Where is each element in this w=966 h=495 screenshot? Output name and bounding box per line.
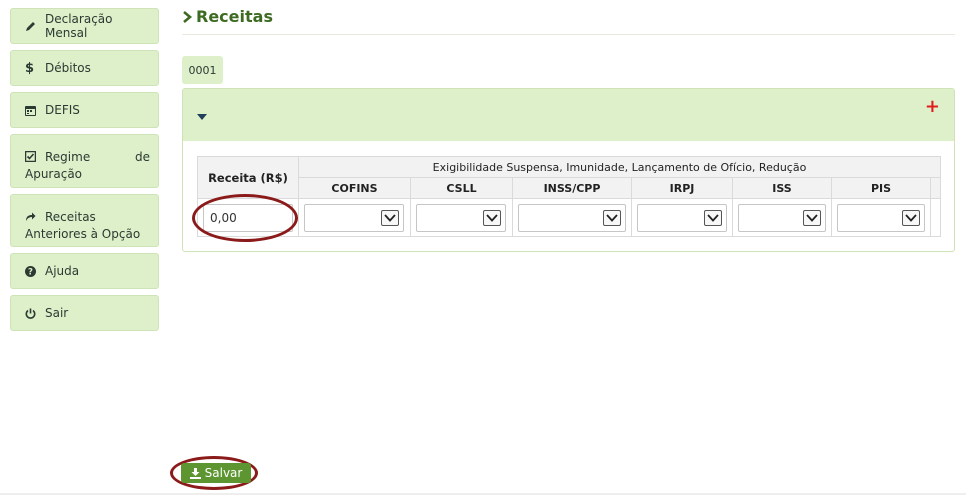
sidebar-item-label: DEFIS (45, 103, 80, 117)
svg-text:?: ? (28, 267, 33, 276)
csll-cell (410, 198, 513, 237)
irpj-select[interactable] (637, 203, 727, 232)
dollar-icon: $ (25, 60, 35, 76)
chevron-down-icon (704, 209, 722, 226)
check-square-icon (25, 151, 45, 162)
sidebar-item-debitos[interactable]: $ Débitos (10, 50, 159, 86)
column-header-spacer (930, 177, 941, 199)
iss-cell (732, 198, 832, 237)
chevron-down-icon (803, 209, 821, 226)
column-header-pis: PIS (831, 177, 931, 199)
inss-cpp-cell (512, 198, 632, 237)
column-header-csll: CSLL (410, 177, 513, 199)
power-icon (25, 308, 45, 319)
panel-header: + (183, 89, 954, 141)
chevron-down-icon (902, 209, 920, 226)
title-divider (182, 34, 955, 35)
cofins-select[interactable] (304, 203, 404, 232)
sidebar-item-label: Sair (45, 306, 69, 320)
column-header-iss: ISS (732, 177, 832, 199)
inss-cpp-select[interactable] (518, 203, 626, 232)
table-row: 0,00 (197, 198, 941, 237)
calendar-icon (25, 105, 45, 116)
sidebar-item-regime-de-apuracao[interactable]: Regime de Apuração (10, 134, 159, 188)
sidebar-item-declaracao-mensal[interactable]: Declaração Mensal (10, 8, 159, 44)
column-header-inss-cpp: INSS/CPP (512, 177, 632, 199)
receita-input[interactable]: 0,00 (203, 203, 293, 232)
share-arrow-icon (25, 211, 45, 222)
sidebar-item-defis[interactable]: DEFIS (10, 92, 159, 128)
chevron-down-icon (603, 209, 621, 226)
chevron-down-icon (483, 209, 501, 226)
sidebar: Declaração Mensal $ Débitos DEFIS Regime… (10, 8, 159, 337)
save-button[interactable]: Salvar (181, 463, 251, 483)
pencil-icon (25, 20, 45, 32)
pis-cell (831, 198, 931, 237)
sidebar-item-label: Regime de Apuração (25, 150, 150, 181)
column-header-cofins: COFINS (298, 177, 411, 199)
caret-down-icon[interactable] (197, 105, 207, 124)
group-header: Exigibilidade Suspensa, Imunidade, Lança… (298, 156, 941, 178)
cofins-cell (298, 198, 411, 237)
irpj-cell (631, 198, 733, 237)
iss-select[interactable] (738, 203, 826, 232)
sidebar-item-label: Ajuda (45, 264, 80, 278)
receita-header: Receita (R$) (197, 156, 299, 199)
sidebar-item-receitas-anteriores[interactable]: Receitas Anteriores à Opção (10, 194, 159, 247)
receita-cell: 0,00 (197, 198, 299, 237)
chevron-down-icon (381, 209, 399, 226)
receitas-panel: + Receita (R$) Exigibilidade Suspensa, I… (182, 88, 955, 252)
save-button-label: Salvar (204, 466, 243, 480)
sidebar-item-sair[interactable]: Sair (10, 295, 159, 331)
pis-select[interactable] (837, 203, 925, 232)
sidebar-item-label: Débitos (45, 61, 91, 75)
chevron-right-icon (182, 10, 193, 23)
download-icon (189, 467, 201, 479)
question-circle-icon: ? (25, 265, 45, 277)
column-header-irpj: IRPJ (631, 177, 733, 199)
sidebar-item-label: Declaração Mensal (45, 12, 113, 40)
csll-select[interactable] (416, 203, 506, 232)
tab-0001[interactable]: 0001 (182, 56, 223, 84)
receitas-table: Receita (R$) Exigibilidade Suspensa, Imu… (197, 156, 941, 237)
add-icon[interactable]: + (925, 98, 940, 116)
sidebar-item-ajuda[interactable]: ? Ajuda (10, 253, 159, 289)
spacer-cell (930, 198, 941, 237)
sidebar-item-label: Receitas Anteriores à Opção (25, 210, 141, 241)
page-title: Receitas (182, 7, 273, 26)
